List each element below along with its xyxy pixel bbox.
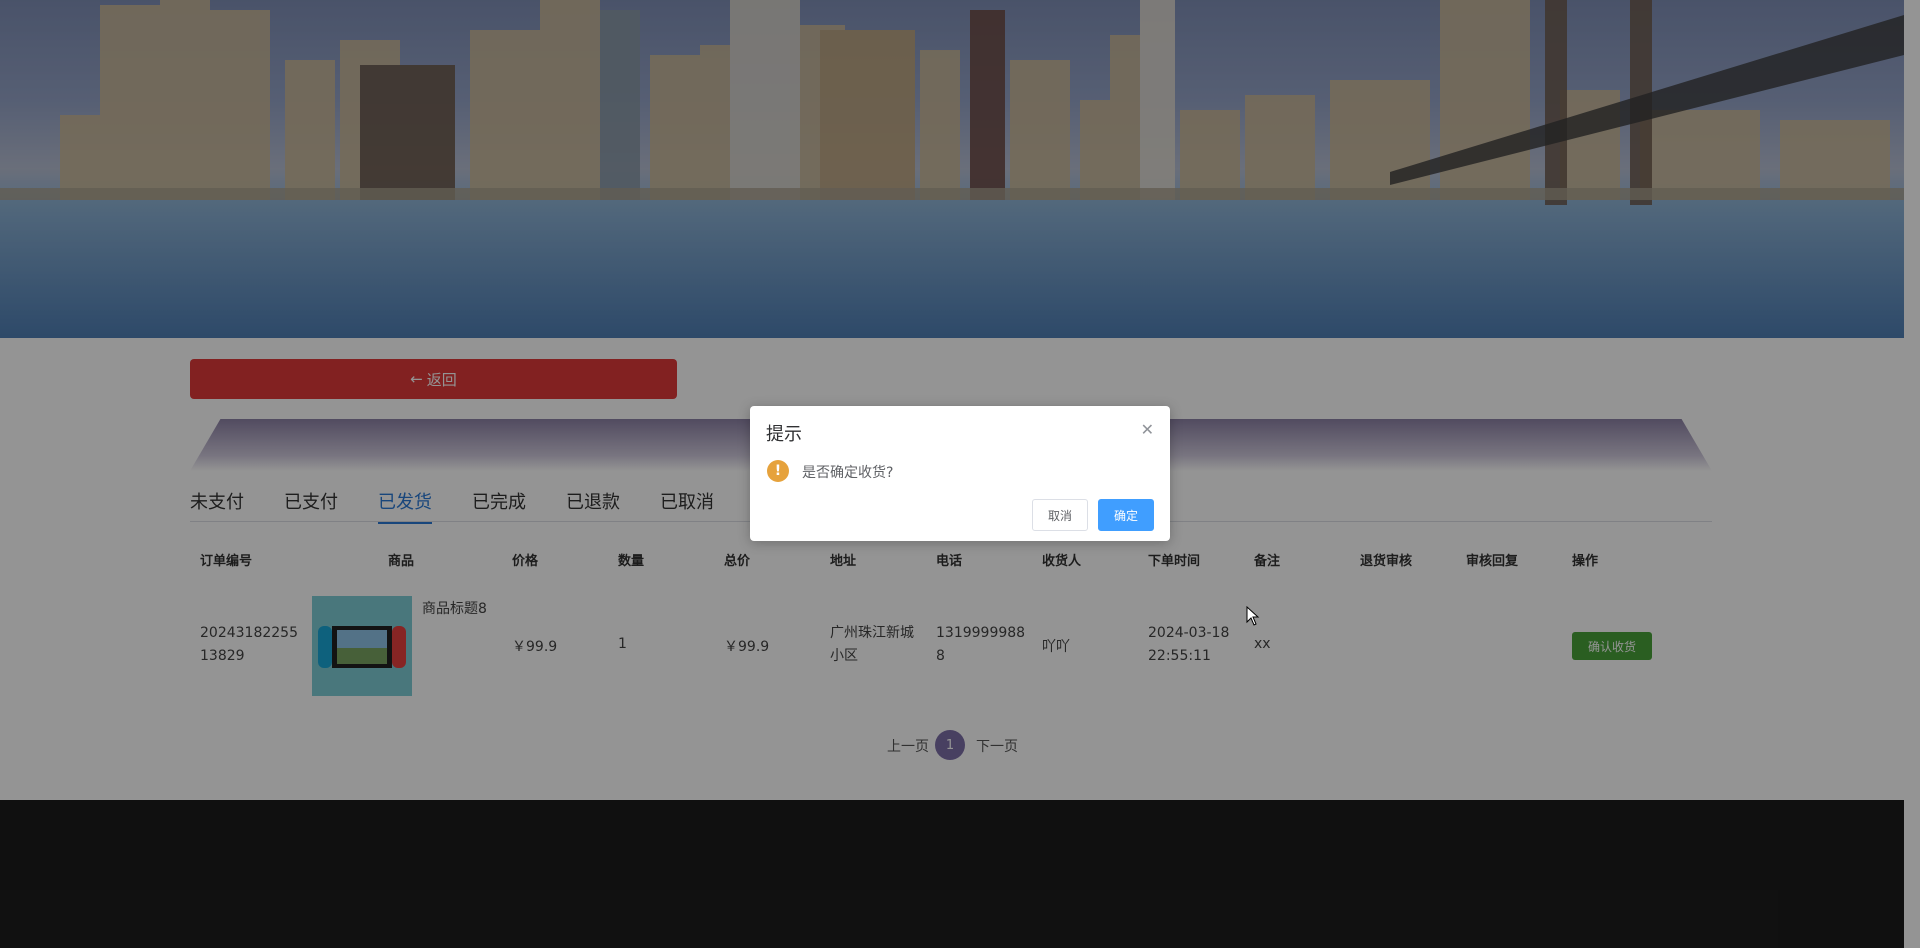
mouse-pointer-icon: [1246, 605, 1260, 630]
dialog-title: 提示: [766, 424, 802, 445]
warning-icon: !: [767, 460, 789, 482]
cancel-button[interactable]: 取消: [1032, 499, 1088, 531]
confirm-button[interactable]: 确定: [1098, 499, 1154, 531]
confirm-dialog: 提示 ✕ ! 是否确定收货? 取消 确定: [750, 406, 1170, 541]
dialog-message: 是否确定收货?: [802, 465, 894, 481]
close-icon[interactable]: ✕: [1141, 420, 1154, 439]
